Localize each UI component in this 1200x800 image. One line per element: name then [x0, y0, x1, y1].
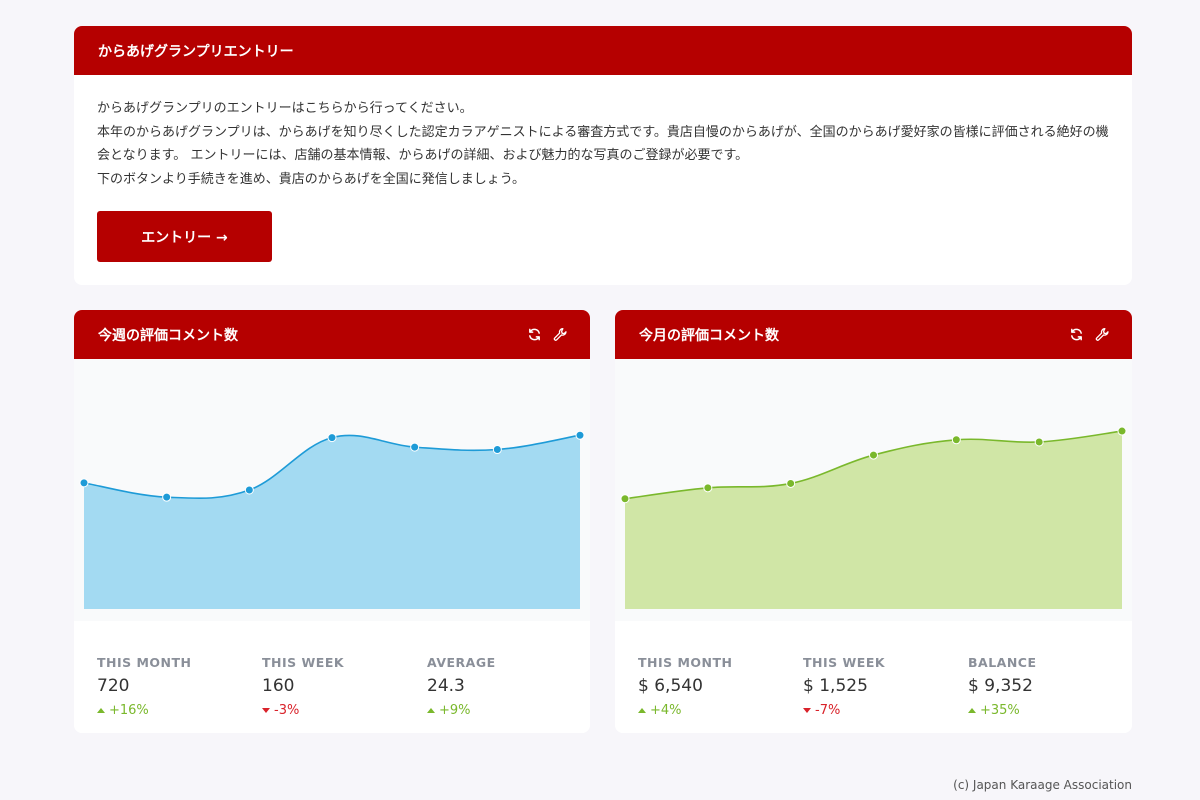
week-panel: 今週の評価コメント数 THIS MONTH 720 +16% THIS WEEK…: [74, 310, 590, 733]
month-stat-balance: BALANCE $ 9,352 +35%: [968, 655, 1037, 718]
stat-change: -7%: [803, 703, 885, 718]
stat-label: BALANCE: [968, 655, 1037, 670]
week-data-point[interactable]: [244, 485, 254, 495]
stat-value: 24.3: [427, 676, 465, 696]
stat-label: THIS WEEK: [803, 655, 886, 670]
stat-change: +35%: [968, 703, 1037, 718]
entry-button[interactable]: エントリー →: [97, 211, 272, 262]
week-data-point[interactable]: [79, 478, 89, 488]
trend-up-icon: [968, 708, 976, 713]
entry-line-3: 下のボタンより手続きを進め、貴店のからあげを全国に発信しましょう。: [97, 171, 525, 187]
wrench-icon[interactable]: [1094, 327, 1110, 343]
month-data-point[interactable]: [869, 450, 878, 460]
stat-label: THIS WEEK: [262, 655, 345, 670]
trend-up-icon: [427, 708, 435, 713]
entry-line-1: からあげグランプリのエントリーはこちらから行ってください。: [97, 101, 473, 116]
month-chart: [615, 359, 1132, 621]
week-data-point[interactable]: [162, 492, 172, 502]
stat-change: +4%: [638, 703, 733, 718]
refresh-icon[interactable]: [1068, 327, 1084, 343]
month-stat-month: THIS MONTH $ 6,540 +4%: [638, 655, 733, 718]
stat-label: THIS MONTH: [97, 655, 192, 670]
week-data-point[interactable]: [327, 433, 337, 443]
month-data-point[interactable]: [1117, 426, 1127, 436]
month-data-point[interactable]: [1034, 437, 1044, 447]
month-chart-svg: [620, 426, 1127, 609]
week-area-fill: [84, 435, 580, 609]
stat-value: $ 9,352: [968, 676, 1033, 696]
month-data-point[interactable]: [786, 478, 796, 488]
entry-card-header: からあげグランプリエントリー: [74, 26, 1132, 75]
month-data-point[interactable]: [620, 494, 630, 504]
week-stat-week: THIS WEEK 160 -3%: [262, 655, 344, 718]
stat-change: -3%: [262, 703, 344, 718]
month-panel: 今月の評価コメント数 THIS MONTH $ 6,540 +4% THIS W…: [615, 310, 1132, 733]
month-stat-week: THIS WEEK $ 1,525 -7%: [803, 655, 885, 718]
week-panel-title: 今週の評価コメント数: [98, 327, 238, 344]
month-data-point[interactable]: [951, 435, 961, 445]
week-stat-average: AVERAGE 24.3 +9%: [427, 655, 496, 718]
week-data-point[interactable]: [575, 430, 585, 440]
stat-change: +16%: [97, 703, 192, 718]
week-panel-tools: [526, 327, 568, 343]
entry-line-2: 本年のからあげグランプリは、からあげを知り尽くした認定カラアゲニストによる審査方…: [97, 124, 1109, 164]
stat-change-value: -3%: [274, 703, 300, 718]
stat-label: THIS MONTH: [638, 655, 733, 670]
month-panel-title: 今月の評価コメント数: [639, 327, 779, 344]
week-data-point[interactable]: [492, 445, 502, 455]
stat-label: AVERAGE: [427, 655, 496, 670]
trend-down-icon: [262, 708, 270, 713]
month-data-point[interactable]: [703, 483, 713, 493]
week-panel-header: 今週の評価コメント数: [74, 310, 590, 359]
stat-change-value: +35%: [980, 703, 1020, 718]
month-panel-header: 今月の評価コメント数: [615, 310, 1132, 359]
month-stats: THIS MONTH $ 6,540 +4% THIS WEEK $ 1,525…: [615, 621, 1132, 733]
trend-up-icon: [97, 708, 105, 713]
trend-up-icon: [638, 708, 646, 713]
entry-title: からあげグランプリエントリー: [98, 43, 294, 60]
entry-description: からあげグランプリのエントリーはこちらから行ってください。 本年のからあげグラン…: [74, 75, 1132, 262]
week-stat-month: THIS MONTH 720 +16%: [97, 655, 192, 718]
stat-change-value: +16%: [109, 703, 149, 718]
wrench-icon[interactable]: [552, 327, 568, 343]
stat-value: $ 6,540: [638, 676, 703, 696]
stat-change-value: -7%: [815, 703, 841, 718]
stat-value: 720: [97, 676, 130, 696]
week-stats: THIS MONTH 720 +16% THIS WEEK 160 -3% AV…: [74, 621, 590, 733]
stat-change-value: +4%: [650, 703, 682, 718]
copyright-footer: (c) Japan Karaage Association: [953, 778, 1132, 792]
week-chart: [74, 359, 590, 621]
week-chart-svg: [79, 430, 585, 609]
stat-change-value: +9%: [439, 703, 471, 718]
stat-value: 160: [262, 676, 295, 696]
stat-change: +9%: [427, 703, 496, 718]
refresh-icon[interactable]: [526, 327, 542, 343]
month-panel-tools: [1068, 327, 1110, 343]
week-data-point[interactable]: [410, 442, 420, 452]
entry-card: からあげグランプリエントリー からあげグランプリのエントリーはこちらから行ってく…: [74, 26, 1132, 285]
stat-value: $ 1,525: [803, 676, 868, 696]
trend-down-icon: [803, 708, 811, 713]
